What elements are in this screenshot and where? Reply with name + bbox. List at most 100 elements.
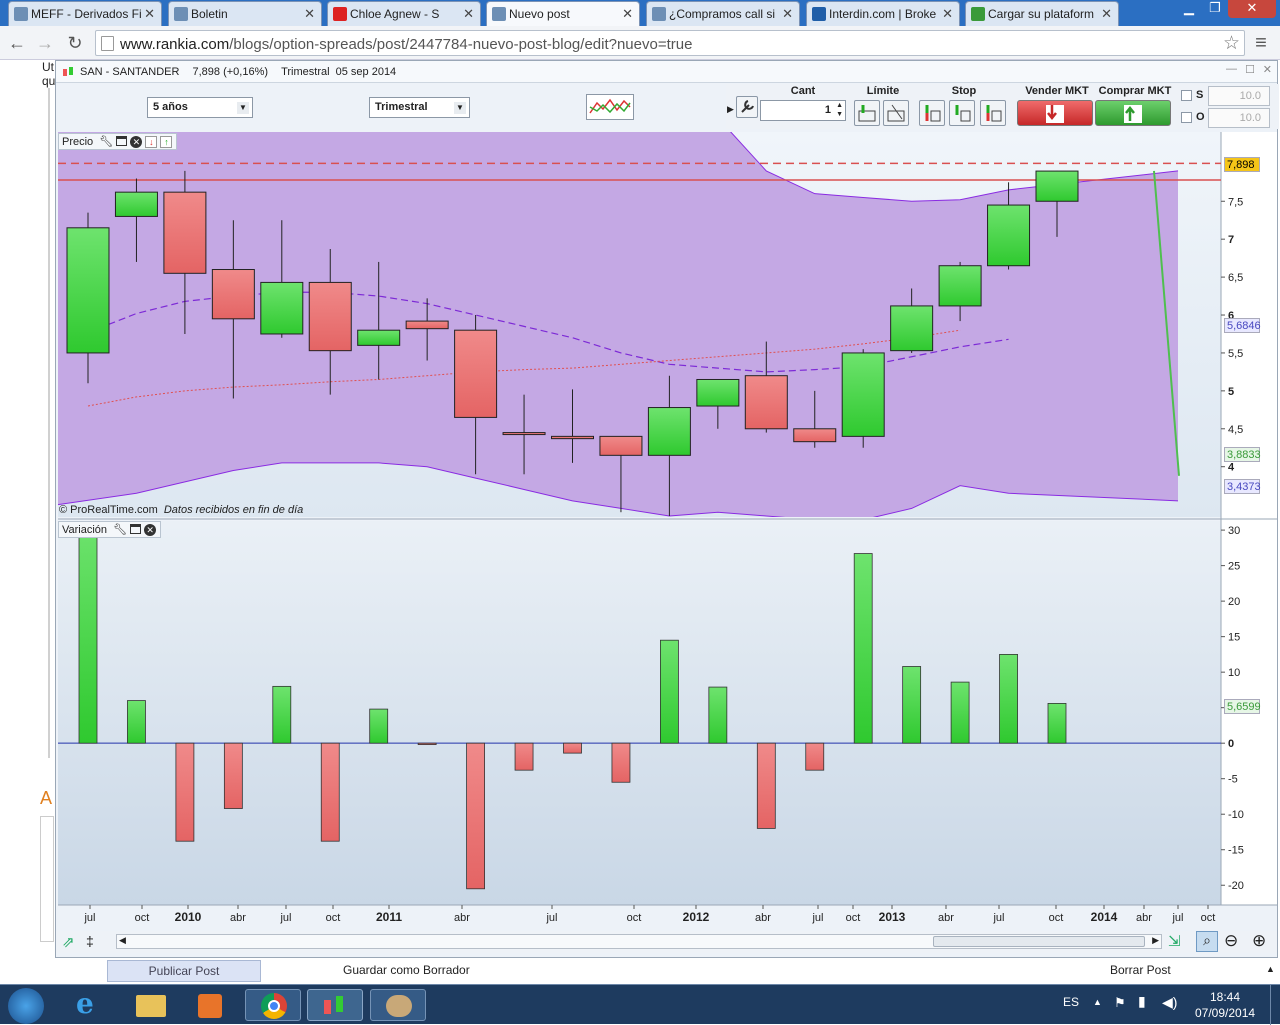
explorer-icon[interactable] (122, 989, 178, 1021)
arrow-up-icon[interactable]: ↑ (160, 136, 173, 148)
browser-tab[interactable]: ¿Compramos call si ✕ (646, 1, 800, 26)
chart-type-icon[interactable]: ⇗ (62, 933, 75, 951)
save-draft-button[interactable]: Guardar como Borrador (343, 963, 470, 977)
y-tick-label: 10 (1228, 667, 1240, 679)
browser-tab[interactable]: MEFF - Derivados Fi ✕ (8, 1, 162, 26)
variation-bar (563, 742, 582, 754)
forward-icon[interactable]: → (34, 32, 56, 54)
reload-icon[interactable]: ↻ (64, 32, 86, 54)
x-tick-label: oct (135, 912, 150, 924)
tab-close-icon[interactable]: ✕ (622, 6, 633, 22)
x-tick-label: oct (326, 912, 341, 924)
tab-favicon-icon (652, 7, 666, 21)
tab-close-icon[interactable]: ✕ (304, 6, 315, 22)
candle-body (938, 265, 982, 307)
y-tick-label: 5,5 (1228, 348, 1243, 360)
browser-tab[interactable]: Nuevo post ✕ (486, 1, 640, 27)
clock-time[interactable]: 18:44 (1210, 990, 1240, 1004)
candle-body (308, 281, 352, 352)
tab-close-icon[interactable]: ✕ (144, 6, 155, 22)
prorealtime-taskbar-icon[interactable] (307, 989, 363, 1021)
tab-title: Nuevo post (509, 7, 570, 21)
variation-bar (78, 522, 98, 744)
price-axis-badge: 5,6846 (1224, 318, 1261, 333)
language-indicator[interactable]: ES (1063, 995, 1079, 1009)
zoom-fit-icon[interactable]: ⌕ (1196, 931, 1218, 952)
close-circle-icon[interactable]: ✕ (130, 136, 143, 148)
tab-title: Boletin (191, 7, 228, 21)
candle-body (405, 320, 449, 330)
variation-bar (999, 654, 1018, 744)
browser-tab[interactable]: Interdin.com | Broke ✕ (806, 1, 960, 26)
scroll-right-icon[interactable]: ▶ (1152, 935, 1159, 946)
window-icon[interactable] (116, 136, 128, 146)
zoom-out-icon[interactable]: ⊖ (1224, 931, 1238, 951)
resize-grip-icon[interactable]: ▲ (1266, 964, 1275, 974)
chrome-icon[interactable] (245, 989, 301, 1021)
tab-close-icon[interactable]: ✕ (1101, 6, 1112, 22)
page-side-heading: A (40, 788, 53, 808)
y-tick-label: 7 (1228, 234, 1234, 246)
candle-style-icon[interactable]: ‡ (86, 933, 94, 949)
variation-bar (127, 700, 146, 744)
tab-title: Interdin.com | Broke (829, 7, 937, 21)
publish-button[interactable]: Publicar Post (107, 960, 261, 982)
tab-title: Chloe Agnew - S (350, 7, 440, 21)
variation-bar (756, 742, 776, 829)
x-tick-label: jul (279, 912, 291, 924)
price-panel-label: Precio (62, 136, 94, 148)
network-icon[interactable]: ▮ (1138, 993, 1146, 1010)
scroll-left-icon[interactable]: ◀ (119, 935, 126, 946)
scrollbar-thumb[interactable] (933, 936, 1145, 947)
tab-close-icon[interactable]: ✕ (782, 6, 793, 22)
tab-favicon-icon (812, 7, 826, 21)
media-player-icon[interactable] (182, 989, 238, 1021)
tab-favicon-icon (174, 7, 188, 21)
horizontal-scrollbar[interactable]: ◀ ▶ (116, 934, 1162, 949)
x-tick-label: abr (454, 912, 470, 924)
tray-expand-icon[interactable]: ▲ (1093, 997, 1102, 1007)
variation-bar (514, 742, 534, 771)
variation-panel-label: Variación (62, 524, 108, 536)
delete-post-button[interactable]: Borrar Post (1110, 963, 1171, 977)
window-icon[interactable] (130, 524, 142, 534)
new-tab-button[interactable] (1130, 0, 1170, 18)
browser-tab[interactable]: Boletin ✕ (168, 1, 322, 26)
candle-body (260, 281, 304, 335)
action-center-icon[interactable]: ⚑ (1114, 995, 1126, 1011)
page-side-text: Ut (42, 60, 54, 74)
fit-chart-icon[interactable]: ⇲ (1168, 932, 1181, 950)
price-panel-header: Precio 🔧︎ ✕ ↓ ↑ (58, 133, 178, 150)
y-tick-label: -15 (1228, 845, 1244, 857)
address-bar[interactable]: www.rankia.com/blogs/option-spreads/post… (95, 30, 1245, 56)
menu-icon[interactable]: ≡ (1250, 32, 1272, 54)
wrench-icon[interactable]: 🔧︎ (99, 136, 113, 148)
ie-icon[interactable]: e (62, 987, 118, 1021)
restore-icon[interactable]: ❐ (1202, 0, 1228, 18)
arrow-down-icon[interactable]: ↓ (145, 136, 158, 148)
wrench-icon[interactable]: 🔧︎ (113, 524, 127, 536)
bookmark-star-icon[interactable]: ☆ (1223, 32, 1240, 55)
close-window-icon[interactable]: ✕ (1228, 0, 1276, 18)
tab-close-icon[interactable]: ✕ (463, 6, 474, 22)
start-button[interactable] (8, 988, 44, 1024)
close-circle-icon[interactable]: ✕ (144, 524, 157, 536)
minimize-icon[interactable]: ▁ (1176, 0, 1202, 18)
clock-date[interactable]: 07/09/2014 (1195, 1006, 1255, 1020)
browser-toolbar: ← → ↻ www.rankia.com/blogs/option-spread… (0, 26, 1280, 60)
paint-icon[interactable] (370, 989, 426, 1021)
data-source-text: © ProRealTime.com Datos recibidos en fin… (59, 504, 303, 516)
tab-close-icon[interactable]: ✕ (942, 6, 953, 22)
back-icon[interactable]: ← (6, 32, 28, 54)
variation-bar (272, 685, 292, 744)
candle-body (211, 269, 255, 320)
candle-body (66, 227, 110, 354)
y-tick-label: 25 (1228, 561, 1240, 573)
y-tick-label: 5 (1228, 386, 1234, 398)
browser-tab[interactable]: Chloe Agnew - S ✕ (327, 1, 481, 26)
volume-icon[interactable]: ◀) (1162, 994, 1177, 1011)
browser-tab[interactable]: Cargar su plataform ✕ (965, 1, 1119, 26)
zoom-in-icon[interactable]: ⊕ (1252, 931, 1266, 951)
show-desktop-button[interactable] (1270, 985, 1280, 1025)
windows-taskbar: e ES ▲ ⚑ ▮ ◀) 18:44 07/09/2014 (0, 984, 1280, 1025)
